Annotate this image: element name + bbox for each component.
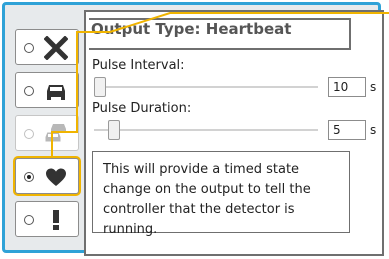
pulse-duration-input[interactable]: 5 [328, 120, 366, 140]
description-box: This will provide a timed state change o… [92, 151, 350, 237]
output-type-title: Output Type: Heartbeat [91, 20, 291, 38]
pulse-duration-unit: s [370, 123, 377, 137]
output-type-header: Output Type: Heartbeat [89, 18, 351, 50]
output-option-off-button[interactable] [15, 29, 79, 65]
output-option-alert-button[interactable] [15, 201, 79, 237]
exclamation-icon [53, 210, 59, 230]
output-type-label: Output Type: [91, 20, 201, 38]
radio-indicator [24, 215, 34, 225]
pulse-duration-label: Pulse Duration: [92, 101, 192, 116]
pulse-duration-slider-track[interactable] [94, 129, 318, 131]
pulse-interval-slider-thumb[interactable] [94, 77, 106, 97]
radio-indicator [24, 172, 34, 182]
pulse-interval-unit: s [370, 80, 377, 94]
output-option-heartbeat-button[interactable] [15, 158, 79, 194]
heart-icon [46, 168, 66, 186]
pulse-interval-input[interactable]: 10 [328, 77, 366, 97]
x-icon [44, 36, 68, 60]
pulse-interval-label: Pulse Interval: [92, 58, 185, 73]
output-type-value: Heartbeat [205, 20, 292, 38]
car-icon [47, 85, 65, 100]
pulse-duration-slider-thumb[interactable] [108, 120, 120, 140]
output-option-queue-button [15, 115, 79, 151]
radio-indicator [24, 86, 34, 96]
radio-indicator [24, 43, 34, 53]
radio-indicator [24, 129, 34, 139]
pulse-interval-slider-track[interactable] [94, 86, 318, 88]
description-text: This will provide a timed state change o… [103, 162, 311, 237]
multiple-cars-icon [44, 124, 66, 143]
radio-selected-dot [27, 175, 31, 179]
output-option-vehicle-button[interactable] [15, 72, 79, 108]
